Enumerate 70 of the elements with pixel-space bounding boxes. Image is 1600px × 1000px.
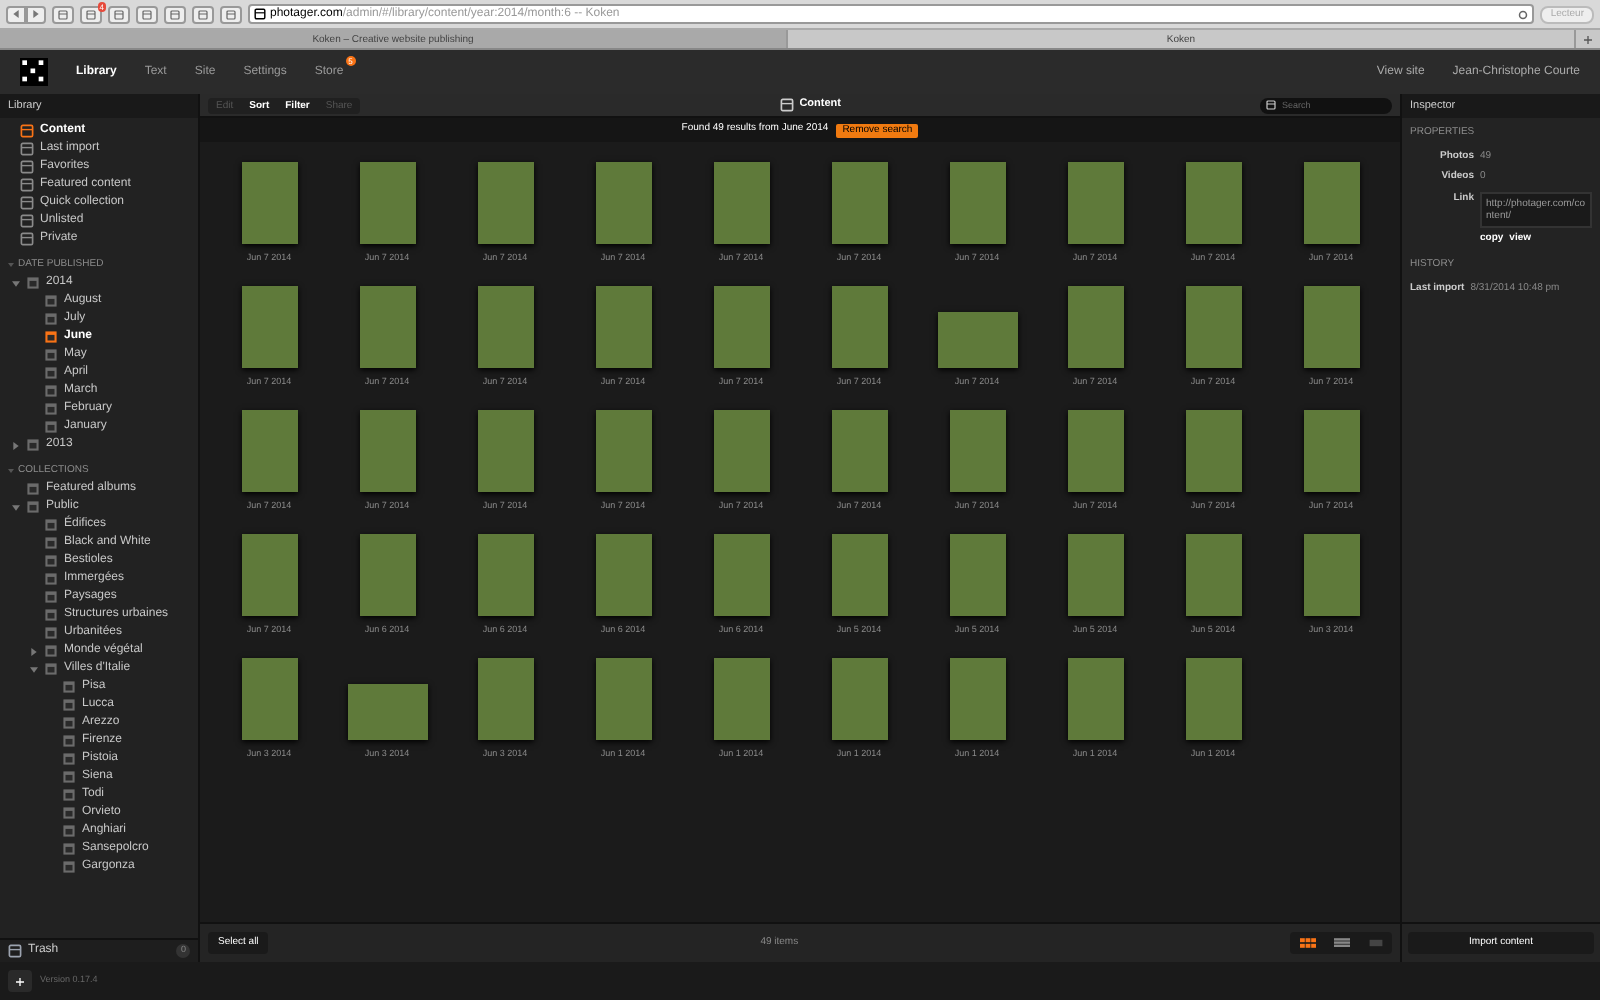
toolbar-bookmark-button[interactable] — [52, 5, 74, 23]
photo-placeholder[interactable] — [831, 658, 887, 740]
photo-placeholder[interactable] — [595, 534, 651, 616]
photo-placeholder[interactable] — [1067, 410, 1123, 492]
disclosure-triangle-icon[interactable] — [11, 503, 19, 511]
photo-placeholder[interactable] — [949, 410, 1005, 492]
photo-placeholder[interactable] — [831, 286, 887, 368]
photo-placeholder[interactable] — [831, 162, 887, 244]
photo-placeholder[interactable] — [477, 286, 533, 368]
photo-placeholder[interactable] — [1185, 286, 1241, 368]
logo-icon[interactable] — [20, 58, 48, 86]
photo-placeholder[interactable] — [1067, 658, 1123, 740]
photo-placeholder[interactable] — [241, 162, 297, 244]
disclosure-triangle-icon[interactable] — [29, 647, 37, 655]
photo-placeholder[interactable] — [949, 534, 1005, 616]
add-button[interactable] — [8, 970, 32, 992]
photo-placeholder[interactable] — [1303, 162, 1359, 244]
photo-placeholder[interactable] — [477, 658, 533, 740]
photo-placeholder[interactable] — [949, 162, 1005, 244]
forward-button[interactable] — [26, 5, 46, 23]
photo-placeholder[interactable] — [1303, 534, 1359, 616]
photo-placeholder[interactable] — [713, 534, 769, 616]
photo-placeholder[interactable] — [1303, 410, 1359, 492]
photo-placeholder[interactable] — [1067, 162, 1123, 244]
photo-placeholder[interactable] — [1185, 162, 1241, 244]
photo-placeholder[interactable] — [241, 534, 297, 616]
photo-placeholder[interactable] — [831, 410, 887, 492]
photo-placeholder[interactable] — [1067, 286, 1123, 368]
photo-placeholder[interactable] — [937, 312, 1017, 368]
photo-placeholder[interactable] — [1185, 534, 1241, 616]
photo-placeholder[interactable] — [359, 286, 415, 368]
toolbar-share-button[interactable] — [192, 5, 214, 23]
photo-placeholder[interactable] — [713, 658, 769, 740]
photo-placeholder[interactable] — [595, 162, 651, 244]
grid-icon — [1299, 938, 1315, 948]
toolbar-plus-button[interactable] — [220, 5, 242, 23]
disclosure-triangle-icon[interactable] — [8, 468, 14, 474]
photo-placeholder[interactable] — [595, 658, 651, 740]
photo-placeholder[interactable] — [241, 410, 297, 492]
back-icon — [12, 10, 20, 18]
toolbar-ring-button[interactable] — [136, 5, 158, 23]
photo-placeholder[interactable] — [1067, 534, 1123, 616]
photo-placeholder[interactable] — [1185, 410, 1241, 492]
photo-placeholder[interactable] — [359, 162, 415, 244]
photo-placeholder[interactable] — [1185, 658, 1241, 740]
photo-placeholder[interactable] — [713, 162, 769, 244]
photo-placeholder[interactable] — [713, 410, 769, 492]
toolbar-cloud-button[interactable] — [164, 5, 186, 23]
photo-placeholder[interactable] — [831, 534, 887, 616]
photo-placeholder[interactable] — [359, 534, 415, 616]
disclosure-triangle-icon[interactable] — [29, 665, 37, 673]
photo-placeholder[interactable] — [359, 410, 415, 492]
disclosure-triangle-icon[interactable] — [11, 279, 19, 287]
photo-placeholder[interactable] — [241, 286, 297, 368]
photo-placeholder[interactable] — [477, 162, 533, 244]
toolbar-wrench-button[interactable] — [108, 5, 130, 23]
photo-placeholder[interactable] — [1303, 286, 1359, 368]
photo-placeholder[interactable] — [949, 658, 1005, 740]
photo-placeholder[interactable] — [477, 534, 533, 616]
back-button[interactable] — [6, 5, 26, 23]
photo-placeholder[interactable] — [595, 286, 651, 368]
photo-placeholder[interactable] — [241, 658, 297, 740]
disclosure-triangle-icon[interactable] — [11, 441, 19, 449]
forward-icon — [32, 10, 40, 18]
photo-placeholder[interactable] — [347, 684, 427, 740]
photo-placeholder[interactable] — [713, 286, 769, 368]
photo-placeholder[interactable] — [595, 410, 651, 492]
disclosure-triangle-icon[interactable] — [8, 262, 14, 268]
photo-placeholder[interactable] — [477, 410, 533, 492]
new-tab-button[interactable] — [1576, 30, 1600, 48]
